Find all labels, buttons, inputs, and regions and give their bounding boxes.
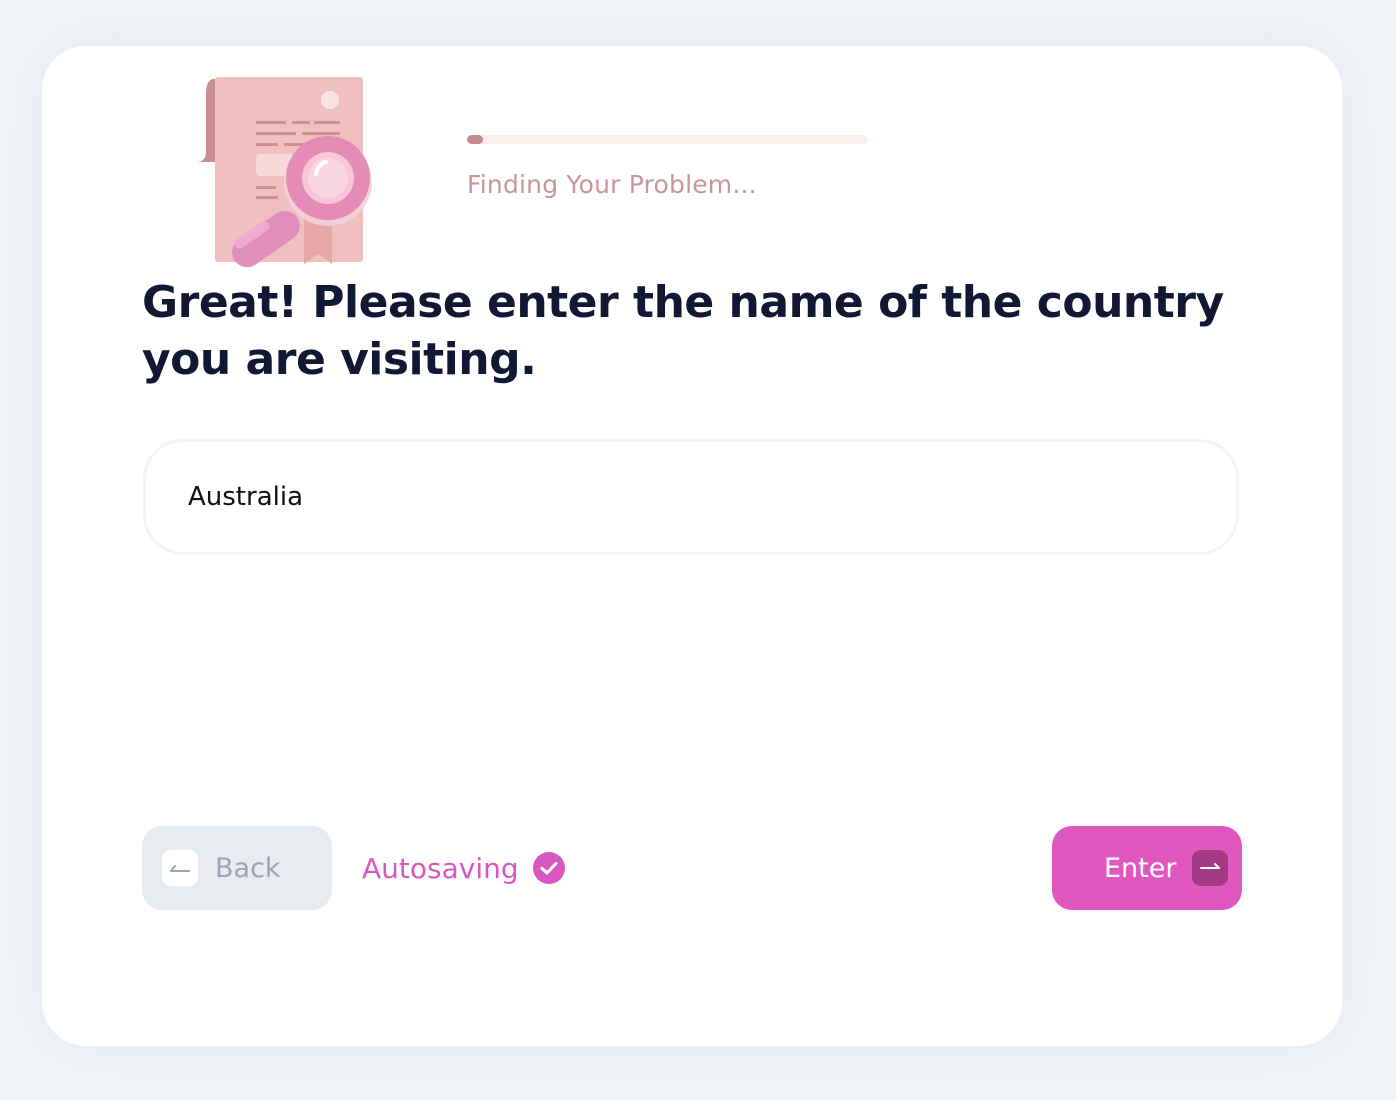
back-button[interactable]: Back [142, 826, 332, 910]
check-circle-icon [532, 852, 565, 884]
form-card: Finding Your Problem... Great! Please en… [42, 46, 1342, 1046]
enter-button-label: Enter [1104, 852, 1177, 884]
country-input[interactable] [143, 439, 1239, 555]
question-heading: Great! Please enter the name of the coun… [142, 277, 1224, 385]
enter-button[interactable]: Enter [1052, 826, 1242, 910]
autosave-indicator: Autosaving [362, 826, 565, 910]
progress-bar-fill [467, 135, 484, 144]
document-search-illustration [196, 77, 372, 268]
progress-status-label: Finding Your Problem... [467, 170, 757, 199]
back-button-label: Back [215, 852, 281, 884]
progress-bar [467, 135, 868, 144]
arrow-right-icon [1192, 850, 1229, 886]
arrow-left-icon [162, 850, 198, 886]
autosave-label: Autosaving [362, 851, 519, 885]
